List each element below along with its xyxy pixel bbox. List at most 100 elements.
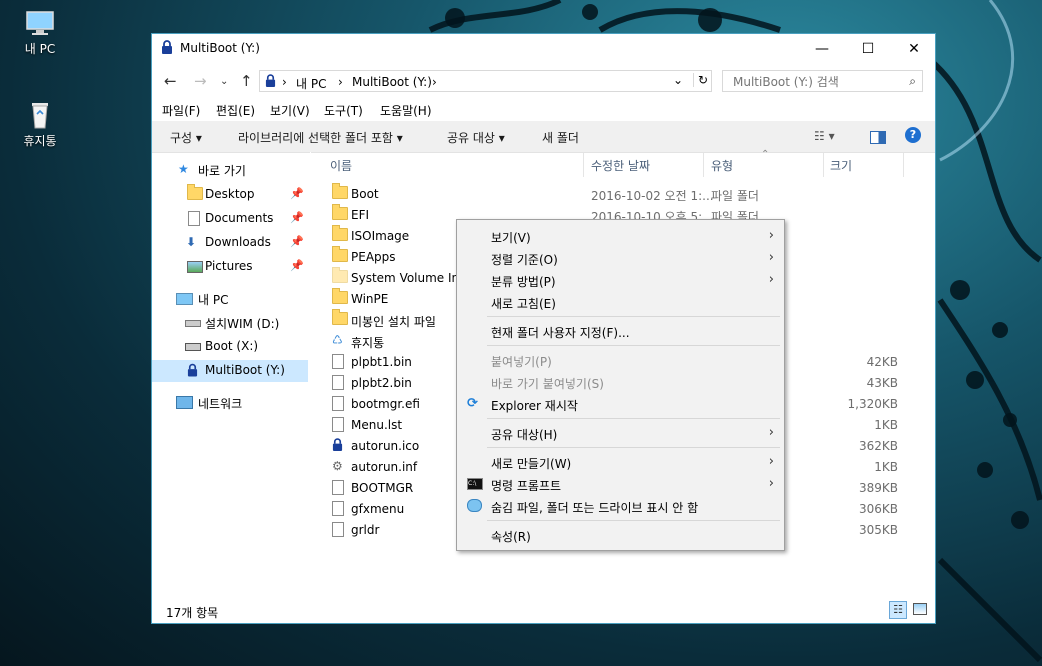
breadcrumb-this-pc[interactable]: 내 PC: [296, 75, 326, 92]
details-view-icon[interactable]: ☷: [889, 601, 907, 619]
menu-item-sort-by[interactable]: 정렬 기준(O) ›: [457, 247, 784, 269]
maximize-button[interactable]: ☐: [845, 34, 891, 63]
nav-label: 설치WIM (D:): [205, 317, 280, 331]
menu-item-paste[interactable]: 붙여넣기(P): [457, 349, 784, 371]
new-folder-button[interactable]: 새 폴더: [542, 129, 579, 146]
forward-arrow-icon[interactable]: →: [194, 72, 207, 90]
title-bar[interactable]: MultiBoot (Y:) — ☐ ✕: [152, 34, 935, 63]
network-icon: [176, 396, 193, 409]
column-name[interactable]: 이름: [330, 157, 352, 174]
pin-icon: 📌: [290, 259, 304, 272]
menu-bar: 파일(F) 편집(E) 보기(V) 도구(T) 도움말(H): [152, 99, 935, 121]
nav-label: 바로 가기: [198, 164, 246, 178]
menu-item-new[interactable]: 새로 만들기(W) ›: [457, 451, 784, 473]
refresh-icon[interactable]: ↻: [693, 73, 708, 87]
desktop-icon-recycle-bin[interactable]: 휴지통: [10, 100, 70, 149]
file-name: autorun.ico: [351, 439, 420, 453]
file-size: 1KB: [874, 460, 898, 474]
preview-pane-icon[interactable]: [870, 131, 886, 144]
lock-icon: [265, 74, 276, 87]
column-type[interactable]: 유형: [711, 157, 733, 174]
search-input[interactable]: [731, 74, 905, 90]
recent-chevron-icon[interactable]: ⌄: [220, 76, 228, 87]
minimize-button[interactable]: —: [799, 34, 845, 63]
submenu-arrow-icon: ›: [768, 476, 774, 491]
menu-view[interactable]: 보기(V): [270, 102, 310, 119]
include-in-library-button[interactable]: 라이브러리에 선택한 폴더 포함 ▾: [238, 129, 403, 146]
menu-edit[interactable]: 편집(E): [216, 102, 255, 119]
document-icon: [332, 501, 344, 519]
menu-item-hide-files[interactable]: 숨김 파일, 폴더 또는 드라이브 표시 안 함: [457, 495, 784, 517]
file-size: 306KB: [858, 502, 898, 516]
nav-item-downloads[interactable]: ⬇ Downloads 📌: [152, 232, 308, 254]
pin-icon: 📌: [290, 211, 304, 224]
address-bar[interactable]: › 내 PC › MultiBoot (Y:) › ⌄ ↻: [259, 70, 712, 92]
menu-item-properties[interactable]: 속성(R): [457, 524, 784, 546]
breadcrumb-separator: ›: [282, 75, 287, 89]
nav-item-pictures[interactable]: Pictures 📌: [152, 256, 308, 278]
menu-item-view[interactable]: 보기(V) ›: [457, 225, 784, 247]
file-name: PEApps: [351, 250, 396, 264]
menu-item-command-prompt[interactable]: C:\ 명령 프롬프트 ›: [457, 473, 784, 495]
column-date[interactable]: 수정한 날짜: [591, 157, 650, 174]
sort-chevron-icon: ⌃: [761, 149, 770, 160]
address-dropdown-icon[interactable]: ⌄: [673, 73, 683, 87]
nav-quick-access[interactable]: ★ 바로 가기: [152, 159, 308, 181]
search-icon[interactable]: ⌕: [909, 74, 916, 89]
document-icon: [332, 396, 344, 414]
share-with-button[interactable]: 공유 대상 ▾: [447, 129, 505, 146]
file-type: 파일 폴더: [711, 189, 759, 203]
menu-item-label: 바로 가기 붙여넣기(S): [491, 377, 604, 391]
star-icon: ★: [178, 162, 189, 176]
nav-this-pc[interactable]: 내 PC: [152, 288, 308, 310]
usb-drive-icon: [185, 343, 201, 351]
context-menu: 보기(V) › 정렬 기준(O) › 분류 방법(P) › 새로 고침(E) 현재 폴…: [456, 219, 785, 551]
nav-label: 네트워크: [198, 397, 243, 411]
status-bar: 17개 항목 ☷: [152, 599, 935, 623]
help-icon[interactable]: ?: [905, 127, 921, 143]
menu-item-share-with[interactable]: 공유 대상(H) ›: [457, 422, 784, 444]
file-name: plpbt1.bin: [351, 355, 412, 369]
nav-item-documents[interactable]: Documents 📌: [152, 208, 308, 230]
menu-item-label: 명령 프롬프트: [491, 479, 562, 493]
menu-item-paste-shortcut[interactable]: 바로 가기 붙여넣기(S): [457, 371, 784, 393]
view-options-icon[interactable]: ☷ ▾: [814, 129, 835, 143]
up-arrow-icon[interactable]: ↑: [240, 72, 253, 90]
nav-network[interactable]: 네트워크: [152, 392, 308, 414]
breadcrumb-multiboot[interactable]: MultiBoot (Y:): [352, 75, 432, 89]
nav-item-desktop[interactable]: Desktop 📌: [152, 184, 308, 206]
list-item[interactable]: Boot 2016-10-02 오전 1:... 파일 폴더: [330, 183, 930, 205]
refresh-icon: ⟳: [467, 396, 478, 411]
column-size[interactable]: 크기: [830, 157, 852, 174]
nav-drive-d[interactable]: 설치WIM (D:): [152, 312, 308, 334]
menu-help[interactable]: 도움말(H): [380, 102, 432, 119]
menu-item-customize-folder[interactable]: 현재 폴더 사용자 지정(F)...: [457, 320, 784, 342]
menu-item-label: 정렬 기준(O): [491, 253, 558, 267]
file-size: 43KB: [866, 376, 898, 390]
pane-splitter[interactable]: [310, 152, 311, 602]
menu-item-restart-explorer[interactable]: ⟳ Explorer 재시작: [457, 393, 784, 415]
menu-file[interactable]: 파일(F): [162, 102, 200, 119]
desktop-icon-this-pc[interactable]: 내 PC: [10, 10, 70, 57]
folder-icon: [332, 309, 348, 328]
menu-tools[interactable]: 도구(T): [324, 102, 363, 119]
file-size: 362KB: [858, 439, 898, 453]
file-name: BOOTMGR: [351, 481, 414, 495]
organize-button[interactable]: 구성 ▾: [170, 129, 202, 146]
search-box[interactable]: ⌕: [722, 70, 923, 92]
column-header-row: 이름 수정한 날짜 유형 ⌃ 크기: [320, 149, 920, 177]
document-icon: [332, 522, 344, 540]
menu-item-group-by[interactable]: 분류 방법(P) ›: [457, 269, 784, 291]
file-name: System Volume Info: [351, 271, 471, 285]
menu-item-refresh[interactable]: 새로 고침(E): [457, 291, 784, 313]
nav-drive-y[interactable]: MultiBoot (Y:): [152, 360, 308, 382]
menu-item-label: 새로 고침(E): [491, 297, 556, 311]
file-name: gfxmenu: [351, 502, 405, 516]
back-arrow-icon[interactable]: ←: [164, 72, 177, 90]
close-button[interactable]: ✕: [891, 34, 937, 63]
nav-drive-x[interactable]: Boot (X:): [152, 336, 308, 358]
lock-icon: [187, 363, 198, 377]
large-icons-view-icon[interactable]: [913, 603, 927, 615]
monitor-icon: [26, 11, 54, 35]
menu-item-label: 공유 대상(H): [491, 428, 558, 442]
